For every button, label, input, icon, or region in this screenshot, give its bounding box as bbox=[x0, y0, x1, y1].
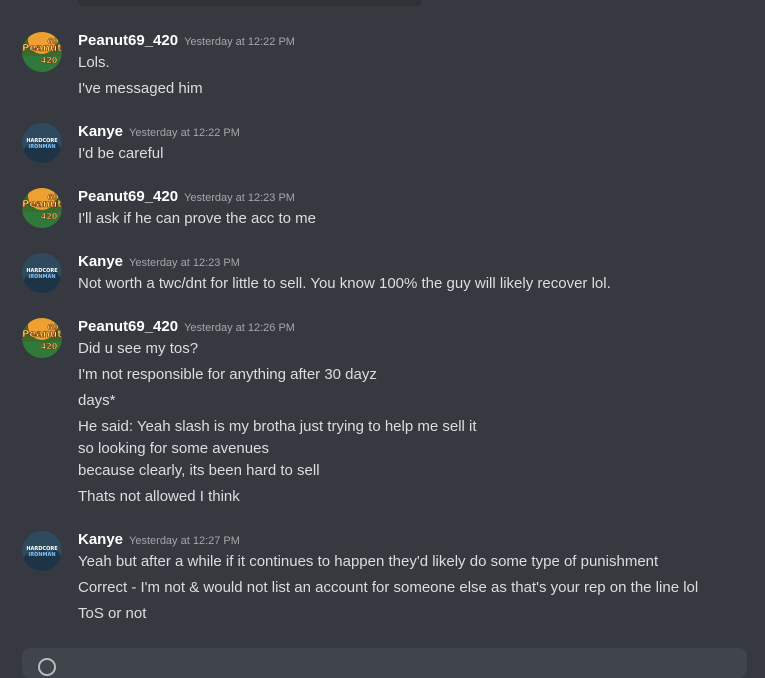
svg-text:420: 420 bbox=[41, 56, 58, 65]
avatar-kanye[interactable]: HARDCORE IRONMAN bbox=[22, 123, 62, 163]
svg-text:69: 69 bbox=[47, 37, 59, 46]
scrollbar[interactable] bbox=[757, 0, 763, 640]
svg-text:IRONMAN: IRONMAN bbox=[28, 552, 55, 558]
avatar-kanye[interactable]: HARDCORE IRONMAN bbox=[22, 253, 62, 293]
timestamp[interactable]: Yesterday at 12:27 PM bbox=[129, 535, 240, 547]
message-composer[interactable] bbox=[22, 648, 747, 678]
timestamp[interactable]: Yesterday at 12:23 PM bbox=[184, 192, 295, 204]
peanut-avatar-icon: Peanut 69 420 bbox=[22, 188, 62, 228]
avatar-peanut[interactable]: Peanut 69 420 bbox=[22, 32, 62, 72]
message-header: Kanye Yesterday at 12:27 PM bbox=[78, 531, 240, 549]
svg-text:420: 420 bbox=[41, 212, 58, 221]
message-text: He said: Yeah slash is my brotha just tr… bbox=[78, 418, 477, 435]
avatar-peanut[interactable]: Peanut 69 420 bbox=[22, 188, 62, 228]
message-text: Did u see my tos? bbox=[78, 340, 199, 357]
username[interactable]: Kanye bbox=[78, 531, 123, 548]
svg-text:69: 69 bbox=[47, 193, 59, 202]
ironman-avatar-icon: HARDCORE IRONMAN bbox=[22, 123, 62, 163]
message-header: Kanye Yesterday at 12:22 PM bbox=[78, 123, 240, 141]
message-text: so looking for some avenues bbox=[78, 440, 269, 457]
timestamp[interactable]: Yesterday at 12:26 PM bbox=[184, 322, 295, 334]
username[interactable]: Peanut69_420 bbox=[78, 318, 178, 335]
timestamp[interactable]: Yesterday at 12:23 PM bbox=[129, 257, 240, 269]
username[interactable]: Kanye bbox=[78, 253, 123, 270]
avatar-kanye[interactable]: HARDCORE IRONMAN bbox=[22, 531, 62, 571]
message-text: Not worth a twc/dnt for little to sell. … bbox=[78, 275, 611, 292]
message-header: Peanut69_420 Yesterday at 12:22 PM bbox=[78, 32, 295, 50]
message-text: days* bbox=[78, 392, 116, 409]
svg-text:IRONMAN: IRONMAN bbox=[28, 274, 55, 280]
message-text: I'll ask if he can prove the acc to me bbox=[78, 210, 316, 227]
message-text: Yeah but after a while if it continues t… bbox=[78, 553, 659, 570]
message-text: I'm not responsible for anything after 3… bbox=[78, 366, 377, 383]
svg-text:420: 420 bbox=[41, 342, 58, 351]
avatar-peanut[interactable]: Peanut 69 420 bbox=[22, 318, 62, 358]
ironman-avatar-icon: HARDCORE IRONMAN bbox=[22, 531, 62, 571]
message-header: Peanut69_420 Yesterday at 12:23 PM bbox=[78, 188, 295, 206]
message-text: ToS or not bbox=[78, 605, 147, 622]
message-header: Peanut69_420 Yesterday at 12:26 PM bbox=[78, 318, 295, 336]
username[interactable]: Peanut69_420 bbox=[78, 188, 178, 205]
previous-embed-edge bbox=[78, 0, 421, 6]
svg-text:69: 69 bbox=[47, 323, 59, 332]
message-text: I'd be careful bbox=[78, 145, 164, 162]
ironman-avatar-icon: HARDCORE IRONMAN bbox=[22, 253, 62, 293]
message-text: Correct - I'm not & would not list an ac… bbox=[78, 579, 699, 596]
message-text: because clearly, its been hard to sell bbox=[78, 462, 320, 479]
timestamp[interactable]: Yesterday at 12:22 PM bbox=[129, 127, 240, 139]
message-text: Thats not allowed I think bbox=[78, 488, 240, 505]
add-circle-icon[interactable] bbox=[38, 658, 56, 676]
svg-text:IRONMAN: IRONMAN bbox=[28, 144, 55, 150]
message-text: Lols. bbox=[78, 54, 110, 71]
username[interactable]: Kanye bbox=[78, 123, 123, 140]
message-text: I've messaged him bbox=[78, 80, 203, 97]
peanut-avatar-icon: Peanut 69 420 bbox=[22, 32, 62, 72]
peanut-avatar-icon: Peanut 69 420 bbox=[22, 318, 62, 358]
message-header: Kanye Yesterday at 12:23 PM bbox=[78, 253, 240, 271]
username[interactable]: Peanut69_420 bbox=[78, 32, 178, 49]
timestamp[interactable]: Yesterday at 12:22 PM bbox=[184, 36, 295, 48]
